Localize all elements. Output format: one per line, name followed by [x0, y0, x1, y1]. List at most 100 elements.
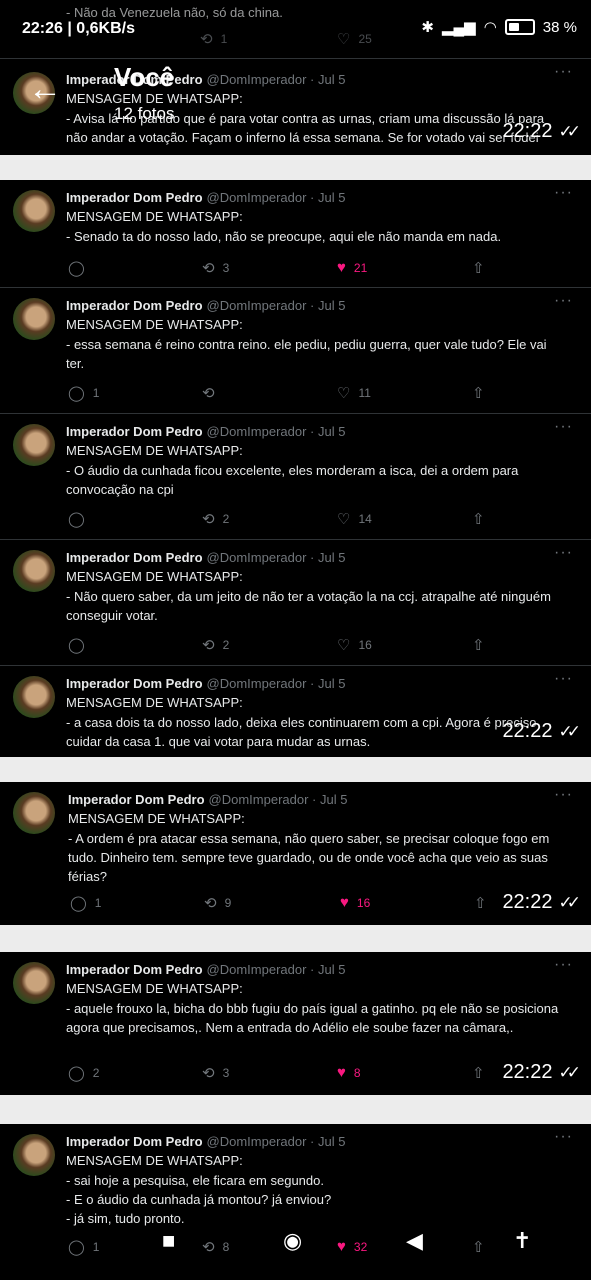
retweet-icon: ⟲ — [202, 511, 215, 528]
photo-message[interactable]: Imperador Dom Pedro @DomImperador · Jul 5… — [0, 782, 591, 925]
reply-button[interactable]: ◯ 1 — [68, 384, 99, 402]
tweet-label: MENSAGEM DE WHATSAPP: — [66, 981, 243, 996]
reply-button[interactable]: ◯ — [68, 636, 93, 654]
avatar — [13, 424, 55, 466]
more-icon[interactable]: ··· — [554, 418, 573, 436]
heart-icon: ♡ — [337, 511, 351, 528]
more-icon[interactable]: ··· — [554, 786, 573, 804]
tweet-label: MENSAGEM DE WHATSAPP: — [66, 317, 243, 332]
status-time: 22:26 | 0,6KB/s — [22, 20, 135, 37]
photo-count: 12 fotos — [114, 104, 175, 123]
retweet-icon: ⟲ — [202, 637, 215, 654]
like-button[interactable]: ♥ 8 — [337, 1064, 361, 1081]
more-icon[interactable]: ··· — [554, 956, 573, 974]
reply-button[interactable]: ◯ 2 — [68, 1064, 99, 1082]
author-handle: @DomImperador · Jul 5 — [206, 424, 346, 439]
tweet-text: - Não quero saber, da um jeito de não te… — [66, 589, 551, 623]
like-button[interactable]: ♥ 16 — [340, 894, 370, 911]
wifi-icon: ◠ — [483, 19, 497, 36]
share-button[interactable]: ⇧ — [474, 894, 487, 912]
tweet-text: - essa semana é reino contra reino. ele … — [66, 337, 547, 371]
heart-filled-icon: ♥ — [337, 1064, 346, 1081]
author-name: Imperador Dom Pedro — [66, 1134, 203, 1149]
tweet-text: - a casa dois ta do nosso lado, deixa el… — [66, 715, 537, 749]
avatar — [13, 550, 55, 592]
author-name: Imperador Dom Pedro — [66, 298, 203, 313]
more-icon[interactable]: ··· — [554, 292, 573, 310]
tweet[interactable]: Imperador Dom Pedro @DomImperador · Jul 5… — [0, 540, 591, 666]
double-check-icon: ✓✓ — [558, 1063, 581, 1082]
back-triangle-icon[interactable]: ◀ — [406, 1228, 423, 1254]
share-icon: ⇧ — [472, 260, 485, 277]
retweet-button[interactable]: ⟲ — [202, 384, 223, 402]
tweet[interactable]: Imperador Dom Pedro @DomImperador · Jul 5… — [0, 180, 591, 288]
photo-message[interactable]: Imperador Dom Pedro @DomImperador · Jul 5… — [0, 180, 591, 757]
reply-button[interactable]: ◯ — [68, 510, 93, 528]
tweet-label: MENSAGEM DE WHATSAPP: — [66, 443, 243, 458]
heart-icon: ♡ — [337, 637, 351, 654]
share-icon: ⇧ — [472, 511, 485, 528]
like-button[interactable]: ♡ 14 — [337, 510, 372, 528]
author-handle: @DomImperador · Jul 5 — [206, 550, 346, 565]
bluetooth-icon: ✱ — [421, 19, 434, 36]
square-icon[interactable]: ■ — [162, 1228, 175, 1254]
photo-message[interactable]: Imperador Dom Pedro @DomImperador · Jul 5… — [0, 952, 591, 1095]
tweet[interactable]: Imperador Dom Pedro @DomImperador · Jul 5… — [0, 288, 591, 414]
reply-icon: ◯ — [68, 260, 85, 277]
share-icon: ⇧ — [472, 637, 485, 654]
retweet-button[interactable]: ⟲ 2 — [202, 636, 229, 654]
share-button[interactable]: ⇧ — [472, 259, 485, 277]
tweet-label: MENSAGEM DE WHATSAPP: — [68, 811, 245, 826]
reply-icon: ◯ — [70, 895, 87, 912]
tweet-actions: ◯ ⟲ 2 ♡ 14 ⇧ — [0, 510, 591, 530]
message-timestamp: 22:22 ✓✓ — [502, 1061, 581, 1083]
status-bar: 22:26 | 0,6KB/s ✱ ▂▄▆ ◠ 38 % — [0, 0, 591, 56]
more-icon[interactable]: ··· — [554, 544, 573, 562]
status-icons: ✱ ▂▄▆ ◠ 38 % — [421, 18, 577, 37]
double-check-icon: ✓✓ — [558, 893, 581, 912]
heart-filled-icon: ♥ — [337, 259, 346, 276]
share-button[interactable]: ⇧ — [472, 636, 485, 654]
author-handle: @DomImperador · Jul 5 — [206, 190, 346, 205]
home-circle-icon[interactable]: ◉ — [283, 1228, 302, 1254]
share-button[interactable]: ⇧ — [472, 510, 485, 528]
reply-icon: ◯ — [68, 511, 85, 528]
tweet-text: - Senado ta do nosso lado, não se preocu… — [66, 229, 502, 244]
author-name: Imperador Dom Pedro — [66, 424, 203, 439]
author-handle: @DomImperador · Jul 5 — [206, 676, 346, 691]
author-name: Imperador Dom Pedro — [66, 676, 203, 691]
heart-icon: ♡ — [337, 385, 351, 402]
tweet[interactable]: Imperador Dom Pedro @DomImperador · Jul 5… — [0, 414, 591, 540]
author-handle: @DomImperador · Jul 5 — [206, 298, 346, 313]
share-button[interactable]: ⇧ — [472, 1064, 485, 1082]
like-button[interactable]: ♡ 16 — [337, 636, 372, 654]
retweet-button[interactable]: ⟲ 3 — [202, 259, 229, 277]
author-handle: @DomImperador · Jul 5 — [206, 1134, 346, 1149]
retweet-button[interactable]: ⟲ 3 — [202, 1064, 229, 1082]
reply-button[interactable]: ◯ 1 — [70, 894, 101, 912]
tweet-text: - A ordem é pra atacar essa semana, não … — [68, 831, 550, 884]
tweet-header: Imperador Dom Pedro @DomImperador · Jul 5 — [66, 298, 345, 313]
accessibility-icon[interactable]: ✝ — [513, 1228, 531, 1254]
retweet-button[interactable]: ⟲ 2 — [202, 510, 229, 528]
more-icon[interactable]: ··· — [554, 1128, 573, 1146]
more-icon[interactable]: ··· — [554, 670, 573, 688]
double-check-icon: ✓✓ — [558, 722, 581, 741]
more-icon[interactable]: ··· — [554, 184, 573, 202]
reply-icon: ◯ — [68, 1065, 85, 1082]
retweet-button[interactable]: ⟲ 9 — [204, 894, 231, 912]
avatar — [13, 190, 55, 232]
tweet-actions: ◯ 1 ⟲ ♡ 11 ⇧ — [0, 384, 591, 404]
arrow-left-icon[interactable]: ← — [28, 72, 62, 106]
signal-icon: ▂▄▆ — [442, 19, 476, 36]
tweet-actions: ◯ ⟲ 2 ♡ 16 ⇧ — [0, 636, 591, 656]
reply-button[interactable]: ◯ — [68, 259, 93, 277]
share-button[interactable]: ⇧ — [472, 384, 485, 402]
author-name: Imperador Dom Pedro — [66, 550, 203, 565]
tweet-text: - aquele frouxo la, bicha do bbb fugiu d… — [66, 1001, 559, 1035]
tweet-header: Imperador Dom Pedro @DomImperador · Jul 5 — [68, 792, 347, 807]
retweet-icon: ⟲ — [202, 1065, 215, 1082]
like-button[interactable]: ♡ 11 — [337, 384, 371, 402]
like-button[interactable]: ♥ 21 — [337, 259, 367, 276]
tweet[interactable]: Imperador Dom Pedro @DomImperador · Jul 5… — [0, 666, 591, 757]
